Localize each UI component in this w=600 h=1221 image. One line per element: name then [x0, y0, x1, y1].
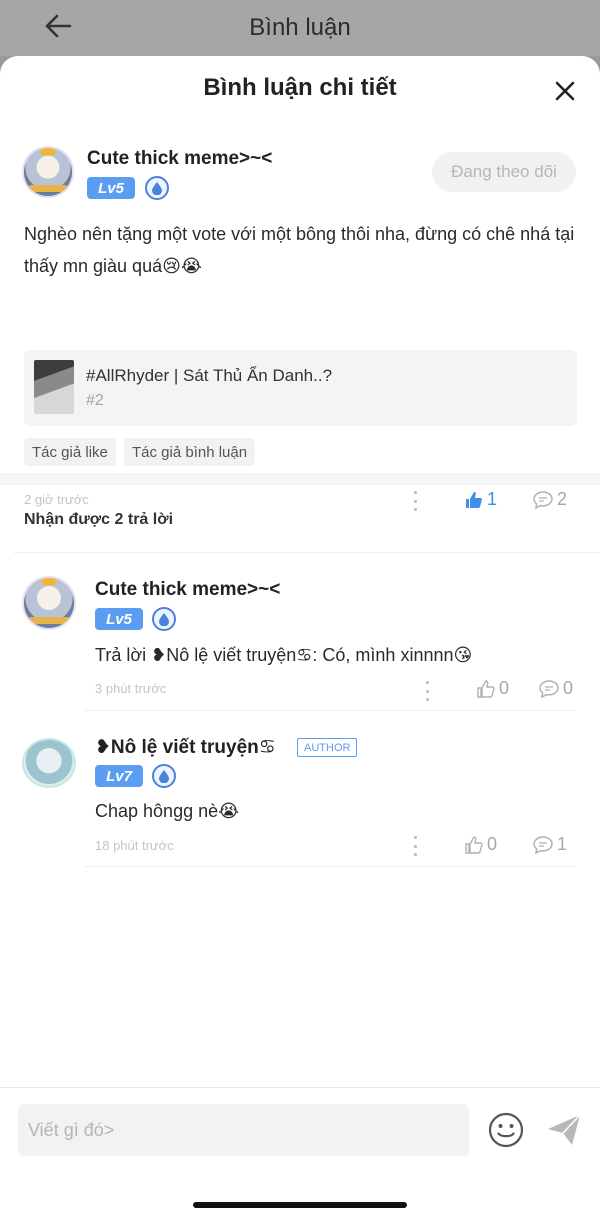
story-card[interactable]: #AllRhyder | Sát Thủ Ẩn Danh..? #2: [24, 350, 577, 426]
story-title: #AllRhyder | Sát Thủ Ẩn Danh..?: [86, 366, 333, 385]
comment-bubble-icon: [533, 835, 553, 854]
comment-bubble-icon: [539, 679, 559, 698]
reply-time: 18 phút trước: [95, 838, 174, 853]
reply-avatar[interactable]: [22, 738, 76, 788]
more-options-icon[interactable]: [422, 681, 432, 701]
tag-author-comment: Tác giả bình luận: [124, 438, 256, 466]
water-drop-badge-icon: [145, 176, 169, 200]
thumbs-up-icon: [465, 835, 483, 854]
author-badge: AUTHOR: [297, 738, 358, 757]
story-chapter: #2: [86, 392, 104, 409]
thumbs-up-icon: [477, 679, 495, 698]
divider: [84, 866, 576, 867]
reply-comment-button[interactable]: 0: [539, 678, 573, 699]
close-icon: [555, 81, 575, 101]
background-title: Bình luận: [249, 14, 351, 41]
avatar[interactable]: [22, 146, 74, 198]
reply-avatar[interactable]: [22, 576, 76, 630]
comment-time: 2 giờ trước: [24, 492, 89, 507]
replies-header: Nhận được 2 trả lời: [24, 511, 174, 528]
comment-count: 2: [557, 489, 568, 509]
comment-text: Nghèo nên tặng một vote với một bông thô…: [24, 224, 575, 276]
reply-level-badge: Lv7: [95, 765, 143, 787]
sheet-title: Bình luận chi tiết: [203, 74, 397, 101]
reply-like-button[interactable]: 0: [477, 678, 509, 699]
reply-level-badge: Lv5: [95, 608, 143, 630]
close-button[interactable]: [552, 78, 578, 104]
reply-username[interactable]: ❥Nô lệ viết truyện♋: [95, 736, 276, 759]
water-drop-badge-icon: [152, 764, 176, 788]
section-divider: [0, 473, 600, 485]
like-count: 1: [487, 489, 498, 509]
divider: [14, 552, 600, 553]
emoji-button[interactable]: [488, 1112, 524, 1148]
composer-bar: [0, 1087, 600, 1221]
reply-text: Chap hôngg nè😭: [95, 801, 240, 821]
reply-like-button[interactable]: 0: [465, 834, 497, 855]
reply-button[interactable]: 2: [533, 489, 567, 510]
divider: [84, 710, 576, 711]
home-indicator: [193, 1202, 407, 1208]
like-button[interactable]: 1: [465, 489, 497, 510]
reply-comment-button[interactable]: 1: [533, 834, 567, 855]
more-options-icon[interactable]: [410, 836, 420, 856]
background-header: Bình luận: [0, 0, 600, 56]
send-button[interactable]: [546, 1112, 582, 1148]
reply-comment-count: 0: [563, 678, 574, 698]
comment-detail-sheet: Bình luận chi tiết Cute thick meme>~< Lv…: [0, 56, 600, 1221]
reply-time: 3 phút trước: [95, 681, 167, 696]
reply-comment-count: 1: [557, 834, 568, 854]
smiley-icon: [488, 1112, 524, 1148]
back-arrow-icon[interactable]: [42, 10, 74, 42]
reply-like-count: 0: [487, 834, 498, 854]
reply-like-count: 0: [499, 678, 510, 698]
comment-input[interactable]: [18, 1104, 469, 1156]
thumbs-up-filled-icon: [466, 491, 482, 508]
reply-username[interactable]: Cute thick meme>~<: [95, 579, 280, 601]
story-thumbnail: [34, 360, 74, 414]
username[interactable]: Cute thick meme>~<: [87, 148, 272, 170]
more-options-icon[interactable]: [410, 491, 420, 511]
following-button[interactable]: Đang theo dõi: [432, 152, 576, 192]
water-drop-badge-icon: [152, 607, 176, 631]
comment-bubble-icon: [533, 490, 553, 509]
tag-author-like: Tác giả like: [24, 438, 116, 466]
reply-text: Trả lời ❥Nô lệ viết truyện♋: Có, mình xi…: [95, 645, 473, 665]
send-icon: [548, 1114, 581, 1145]
level-badge: Lv5: [87, 177, 135, 199]
